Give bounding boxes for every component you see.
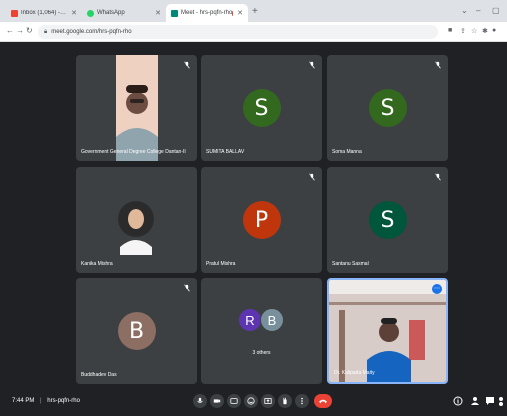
lock-icon: 🔒︎ — [44, 28, 48, 35]
meet-stage: Government General Degree College Dantan… — [0, 42, 507, 416]
meeting-code: hrs-pqfn-rho — [47, 398, 80, 404]
avatar: B — [260, 308, 284, 332]
participant-tile[interactable]: S Santanu Sasmal — [327, 167, 448, 273]
avatar: S — [242, 89, 281, 127]
url-field[interactable]: 🔒︎ meet.google.com/hrs-pqfn-rho — [38, 25, 438, 39]
hand-icon — [283, 397, 287, 405]
star-icon[interactable]: ☆ — [471, 27, 477, 35]
gmail-icon — [11, 9, 18, 17]
mic-off-icon — [435, 61, 441, 69]
mic-off-icon — [184, 61, 190, 69]
whatsapp-icon — [87, 9, 94, 17]
back-icon[interactable]: ← — [6, 26, 14, 35]
tab-whatsapp[interactable]: WhatsApp ✕ — [82, 4, 166, 22]
chevron-down-icon[interactable]: ⌄ — [461, 6, 468, 15]
captions-button[interactable] — [227, 394, 241, 408]
avatar: B — [117, 312, 156, 350]
share-icon[interactable]: ⇪ — [460, 27, 466, 35]
participant-tile[interactable]: Kanika Mishra — [76, 167, 197, 273]
new-tab-icon[interactable]: + — [252, 7, 258, 17]
participant-tile[interactable]: P Pratul Mishra — [201, 167, 322, 273]
present-icon — [264, 398, 272, 404]
participant-tile[interactable]: S Soma Manna — [327, 55, 448, 161]
tab-gmail[interactable]: Inbox (1,064) - kmsuhs768@gmail.com ✕ — [6, 4, 82, 22]
close-icon[interactable]: ✕ — [233, 9, 243, 17]
mic-off-icon — [309, 173, 315, 181]
minimize-icon[interactable]: – — [476, 6, 480, 15]
mic-off-icon — [309, 61, 315, 69]
participant-video — [329, 280, 446, 382]
chat-icon[interactable] — [485, 396, 495, 406]
avatar: S — [368, 89, 407, 127]
others-tile[interactable]: R B 3 others — [201, 278, 322, 384]
participant-name: Buddhadev Das — [81, 372, 117, 378]
close-icon[interactable]: ✕ — [67, 9, 77, 17]
more-options-button[interactable]: ⋯ — [432, 284, 442, 294]
tab-meet[interactable]: Meet - hrs-pqfn-rho ✕ — [166, 4, 248, 22]
activities-icon[interactable] — [498, 396, 506, 406]
participant-name: Government General Degree College Dantan… — [81, 149, 186, 155]
camera-indicator-icon[interactable]: ■ — [448, 27, 452, 34]
participant-video — [116, 55, 158, 161]
participant-name: Santanu Sasmal — [332, 261, 369, 267]
people-icon[interactable] — [470, 396, 480, 406]
close-icon[interactable]: ✕ — [151, 9, 161, 17]
forward-icon[interactable]: → — [16, 26, 24, 35]
emoji-icon — [247, 397, 255, 405]
participant-name: Kanika Mishra — [81, 261, 113, 267]
participant-name: Dr. Kalipada Maity — [334, 370, 375, 376]
browser-tab-bar: Inbox (1,064) - kmsuhs768@gmail.com ✕ Wh… — [0, 0, 507, 22]
mic-button[interactable] — [193, 394, 207, 408]
meeting-controls: 7:44 PM | hrs-pqfn-rho — [0, 386, 507, 416]
participant-tile[interactable]: ⋯ Dr. Kalipada Maity — [327, 278, 448, 384]
participant-name: SUMITA BALLAV — [206, 149, 245, 155]
separator: | — [40, 398, 42, 404]
meet-icon — [171, 9, 178, 17]
mic-off-icon — [184, 284, 190, 292]
extensions-icon[interactable]: ✱ — [482, 27, 488, 35]
mic-off-icon — [435, 173, 441, 181]
captions-icon — [230, 398, 238, 404]
restore-icon[interactable]: ▢ — [492, 6, 500, 15]
mic-icon — [197, 397, 203, 403]
camera-icon — [213, 399, 221, 403]
avatar: S — [368, 201, 407, 239]
tab-label: WhatsApp — [97, 10, 125, 16]
participant-tile[interactable]: S SUMITA BALLAV — [201, 55, 322, 161]
tab-label: Meet - hrs-pqfn-rho — [181, 10, 233, 16]
tab-label: Inbox (1,064) - kmsuhs768@gmail.com — [21, 10, 67, 16]
leave-call-button[interactable] — [314, 394, 332, 408]
clock: 7:44 PM — [12, 398, 35, 404]
participant-name: Pratul Mishra — [206, 261, 236, 267]
more-vert-icon — [301, 397, 303, 405]
camera-button[interactable] — [210, 394, 224, 408]
participant-tile[interactable]: Government General Degree College Dantan… — [76, 55, 197, 161]
emoji-button[interactable] — [244, 394, 258, 408]
url-text: meet.google.com/hrs-pqfn-rho — [51, 29, 132, 35]
meeting-info: 7:44 PM | hrs-pqfn-rho — [12, 398, 80, 404]
others-count: 3 others — [252, 350, 271, 356]
raise-hand-button[interactable] — [278, 394, 292, 408]
participant-name: Soma Manna — [332, 149, 362, 155]
avatar: R — [238, 308, 262, 332]
address-bar: ← → ↻ 🔒︎ meet.google.com/hrs-pqfn-rho ■ … — [0, 22, 507, 42]
more-options-button[interactable] — [295, 394, 309, 408]
avatar: P — [242, 201, 281, 239]
participant-tile[interactable]: B Buddhadev Das — [76, 278, 197, 384]
reload-icon[interactable]: ↻ — [26, 26, 33, 35]
info-icon[interactable] — [453, 396, 463, 406]
profile-icon[interactable]: ● — [492, 27, 496, 34]
participant-video — [118, 201, 154, 255]
present-button[interactable] — [261, 394, 275, 408]
phone-hangup-icon — [319, 399, 327, 404]
